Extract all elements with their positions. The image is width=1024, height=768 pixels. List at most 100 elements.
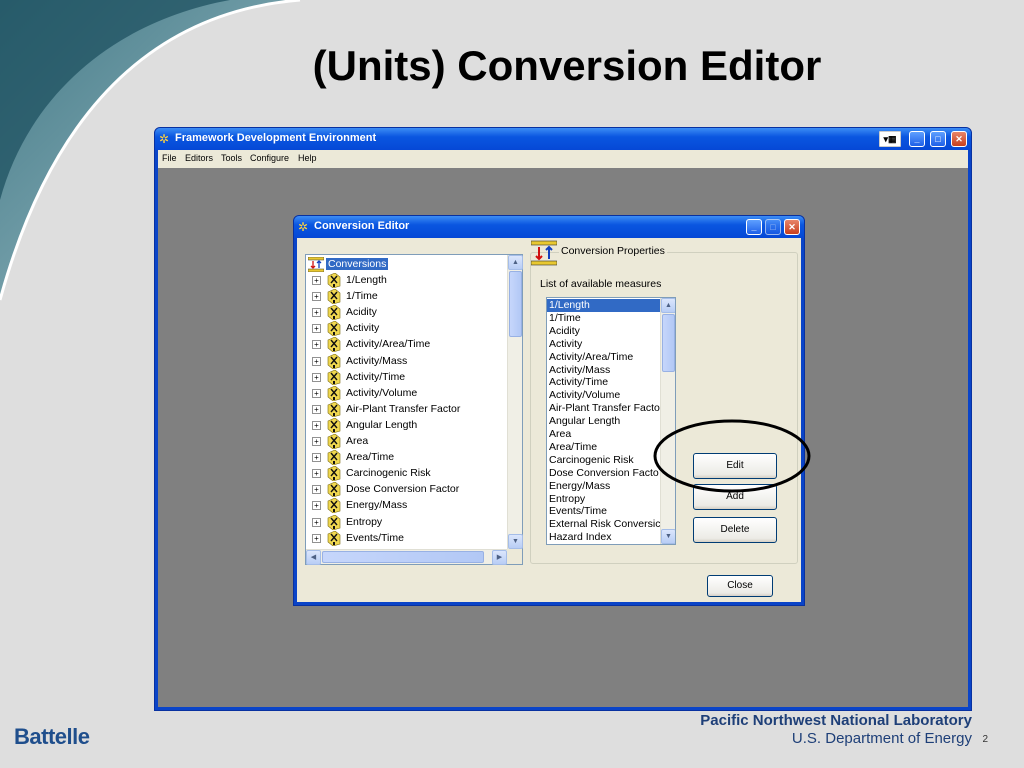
scroll-thumb[interactable]: [509, 271, 522, 337]
conversion-node-icon: [327, 466, 341, 482]
menu-help[interactable]: Help: [298, 153, 317, 163]
expand-icon[interactable]: +: [312, 372, 321, 382]
conversion-node-icon: [327, 450, 341, 466]
close-button[interactable]: Close: [707, 575, 773, 597]
tree-item[interactable]: + Air-Plant Transfer Factor: [306, 401, 506, 418]
tree-item-label: 1/Length: [346, 274, 387, 286]
measure-list-item[interactable]: Activity/Area/Time: [549, 351, 662, 364]
tree-item[interactable]: + Activity/Time: [306, 369, 506, 386]
tree-item-label: Carcinogenic Risk: [346, 467, 431, 480]
tree-item[interactable]: + Activity/Volume: [306, 385, 506, 402]
expand-icon[interactable]: +: [312, 276, 321, 285]
expand-icon[interactable]: +: [312, 340, 321, 350]
tree-vertical-scrollbar[interactable]: ▲ ▼: [507, 255, 523, 549]
measure-list-item[interactable]: Carcinogenic Risk: [549, 454, 662, 467]
expand-icon[interactable]: +: [312, 469, 321, 479]
scroll-down-icon[interactable]: ▼: [508, 534, 523, 549]
measure-list-item[interactable]: Area/Time: [549, 441, 662, 454]
measure-list-item[interactable]: Energy/Mass: [549, 480, 662, 493]
conversion-node-icon: [327, 482, 341, 498]
tree-root-label: Conversions: [326, 258, 389, 270]
menu-tools[interactable]: Tools: [221, 153, 242, 163]
scroll-right-icon[interactable]: ▶: [492, 550, 507, 565]
minimize-icon[interactable]: _: [909, 131, 925, 147]
hscroll-thumb[interactable]: [322, 551, 484, 563]
measure-list-item[interactable]: Activity/Mass: [549, 364, 662, 377]
scroll-left-icon[interactable]: ◀: [306, 550, 321, 565]
expand-icon[interactable]: +: [312, 308, 321, 318]
scroll-down-icon[interactable]: ▼: [661, 529, 675, 544]
conversions-tree[interactable]: Conversions +1/Length +1/Time + Acidity + Act…: [305, 254, 523, 565]
dialog-minimize-icon[interactable]: _: [746, 219, 762, 235]
tree-item[interactable]: + Activity/Area/Time: [306, 337, 506, 353]
tree-item[interactable]: + Activity/Mass: [306, 353, 506, 370]
tree-root[interactable]: Conversions: [306, 257, 506, 273]
measure-list-item[interactable]: Events/Time: [549, 505, 662, 518]
measure-list-item[interactable]: External Risk Conversic: [549, 518, 662, 531]
tree-item[interactable]: + Area/Time: [306, 450, 506, 466]
measure-list-item[interactable]: Acidity: [549, 325, 662, 338]
measure-list-item[interactable]: Activity/Volume: [549, 389, 662, 402]
tree-item-label: Acidity: [346, 306, 377, 319]
maximize-icon[interactable]: □: [930, 131, 946, 147]
expand-icon[interactable]: +: [312, 453, 321, 463]
expand-icon[interactable]: +: [312, 292, 321, 302]
conversion-node-icon: [327, 289, 341, 305]
window-menu-icon[interactable]: ▾▦: [879, 131, 901, 147]
tree-item[interactable]: +1/Time: [306, 289, 506, 305]
measure-list-item[interactable]: Entropy: [549, 493, 662, 506]
expand-icon[interactable]: +: [312, 324, 321, 334]
tree-item-label: Air-Plant Transfer Factor: [346, 402, 461, 415]
tree-item[interactable]: + Activity: [306, 321, 506, 337]
expand-icon[interactable]: +: [312, 437, 321, 446]
tree-item-label: Activity: [346, 322, 380, 335]
expand-icon[interactable]: +: [312, 356, 321, 366]
dialog-title-bar[interactable]: ✲ Conversion Editor _ □ ✕: [294, 216, 804, 238]
tree-item-label: Activity/Time: [346, 370, 406, 383]
tree-horizontal-scrollbar[interactable]: ◀ ▶: [306, 549, 507, 565]
measure-list-item[interactable]: Angular Length: [549, 415, 662, 428]
measure-list-item[interactable]: Activity/Time: [549, 376, 662, 389]
conversion-node-icon: [327, 305, 341, 321]
measure-list-item[interactable]: Dose Conversion Facto: [549, 467, 662, 480]
expand-icon[interactable]: +: [312, 517, 321, 527]
measure-list-item[interactable]: 1/Length: [547, 299, 662, 312]
expand-icon[interactable]: +: [312, 420, 321, 430]
tree-item[interactable]: + Events/Time: [306, 530, 506, 547]
expand-icon[interactable]: +: [312, 404, 321, 414]
measure-list-item[interactable]: Area: [549, 428, 662, 441]
menu-file[interactable]: File: [162, 153, 177, 163]
expand-icon[interactable]: +: [312, 501, 321, 511]
tree-item[interactable]: + Dose Conversion Factor: [306, 482, 506, 498]
tree-item[interactable]: +1/Length: [306, 273, 506, 289]
tree-item[interactable]: + Entropy: [306, 514, 506, 531]
scroll-thumb[interactable]: [662, 314, 675, 372]
measure-list-item[interactable]: Air-Plant Transfer Facto: [549, 402, 662, 415]
battelle-logo: Battelle: [14, 724, 90, 749]
scroll-up-icon[interactable]: ▲: [508, 255, 523, 270]
tree-item[interactable]: + Carcinogenic Risk: [306, 466, 506, 482]
tree-item[interactable]: + Energy/Mass: [306, 498, 506, 514]
close-icon[interactable]: ✕: [951, 131, 967, 147]
dialog-icon: ✲: [298, 220, 309, 234]
menu-configure[interactable]: Configure: [250, 153, 289, 163]
tree-item[interactable]: + Acidity: [306, 305, 506, 321]
tree-item[interactable]: + Angular Length: [306, 417, 506, 434]
tree-item[interactable]: + Area: [306, 434, 506, 450]
expand-icon[interactable]: +: [312, 533, 321, 543]
app-title-bar[interactable]: ✲ Framework Development Environment ▾▦ _…: [155, 128, 971, 150]
conversion-node-icon: [327, 369, 341, 385]
highlight-ellipse: [653, 419, 811, 493]
conversion-editor-dialog: ✲ Conversion Editor _ □ ✕ Conversions +1…: [293, 215, 805, 606]
dialog-close-icon[interactable]: ✕: [784, 219, 800, 235]
measure-list-item[interactable]: Hazard Index: [549, 531, 662, 544]
expand-icon[interactable]: +: [312, 388, 321, 398]
delete-button[interactable]: Delete: [693, 517, 777, 543]
expand-icon[interactable]: +: [312, 485, 321, 495]
measure-list-item[interactable]: Activity: [549, 338, 662, 351]
tree-item-label: Energy/Mass: [346, 499, 408, 512]
tree-item-label: Entropy: [346, 515, 383, 528]
scroll-up-icon[interactable]: ▲: [661, 298, 675, 313]
measure-list-item[interactable]: 1/Time: [549, 312, 662, 325]
menu-editors[interactable]: Editors: [185, 153, 213, 163]
